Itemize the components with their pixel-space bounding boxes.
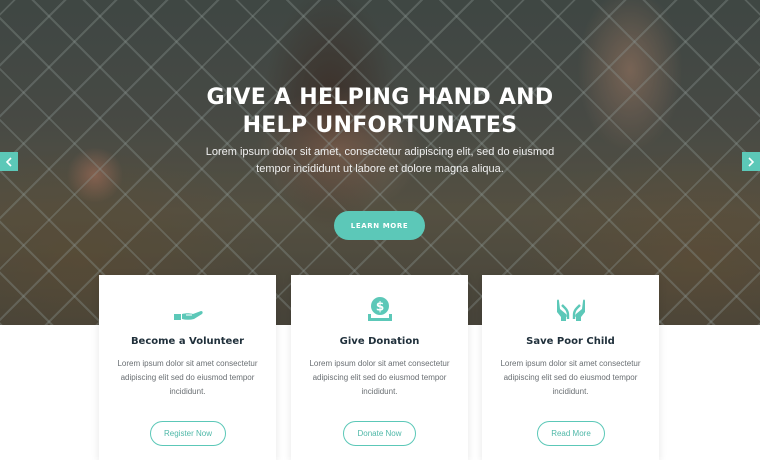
save-child-card: Save Poor Child Lorem ipsum dolor sit am… bbox=[482, 275, 659, 460]
volunteer-card: Become a Volunteer Lorem ipsum dolor sit… bbox=[99, 275, 276, 460]
learn-more-button[interactable]: LEARN MORE bbox=[334, 211, 425, 240]
hero-title-line2: HELP UNFORTUNATES bbox=[242, 113, 518, 138]
register-now-button[interactable]: Register Now bbox=[150, 421, 226, 446]
donation-card: $ Give Donation Lorem ipsum dolor sit am… bbox=[291, 275, 468, 460]
slider-prev-button[interactable] bbox=[0, 152, 18, 171]
card-description-line2: adipiscing elit sed do eiusmod tempor bbox=[503, 373, 638, 382]
card-title: Give Donation bbox=[339, 336, 420, 347]
card-title: Become a Volunteer bbox=[130, 336, 245, 347]
card-description-line2: adipiscing elit sed do eiusmod tempor bbox=[120, 373, 255, 382]
helping-hand-icon bbox=[173, 311, 203, 320]
svg-text:$: $ bbox=[375, 300, 383, 314]
slider-next-button[interactable] bbox=[742, 152, 760, 171]
hero-title: GIVE A HELPING HAND AND HELP UNFORTUNATE… bbox=[130, 84, 630, 140]
card-description: Lorem ipsum dolor sit amet consectetur a… bbox=[117, 357, 258, 399]
donate-now-button[interactable]: Donate Now bbox=[343, 421, 416, 446]
donation-coin-icon: $ bbox=[367, 297, 392, 321]
caring-hands-icon bbox=[556, 299, 585, 321]
card-description: Lorem ipsum dolor sit amet consectetur a… bbox=[500, 357, 641, 399]
read-more-button[interactable]: Read More bbox=[537, 421, 605, 446]
hero-description: Lorem ipsum dolor sit amet, consectetur … bbox=[160, 144, 600, 178]
card-description-line1: Lorem ipsum dolor sit amet consectetur bbox=[117, 359, 258, 368]
hero-title-line1: GIVE A HELPING HAND AND bbox=[206, 85, 554, 110]
card-description-line3: incididunt. bbox=[552, 387, 589, 396]
card-description-line1: Lorem ipsum dolor sit amet consectetur bbox=[309, 359, 450, 368]
card-description-line1: Lorem ipsum dolor sit amet consectetur bbox=[500, 359, 641, 368]
card-title: Save Poor Child bbox=[526, 336, 615, 347]
card-description-line3: incididunt. bbox=[361, 387, 398, 396]
card-description-line3: incididunt. bbox=[169, 387, 206, 396]
card-description-line2: adipiscing elit sed do eiusmod tempor bbox=[312, 373, 447, 382]
card-description: Lorem ipsum dolor sit amet consectetur a… bbox=[309, 357, 450, 399]
hero-description-line1: Lorem ipsum dolor sit amet, consectetur … bbox=[205, 146, 555, 158]
hero-description-line2: tempor incididunt ut labore et dolore ma… bbox=[256, 163, 504, 175]
chevron-left-icon bbox=[5, 156, 12, 167]
chevron-right-icon bbox=[748, 156, 755, 167]
